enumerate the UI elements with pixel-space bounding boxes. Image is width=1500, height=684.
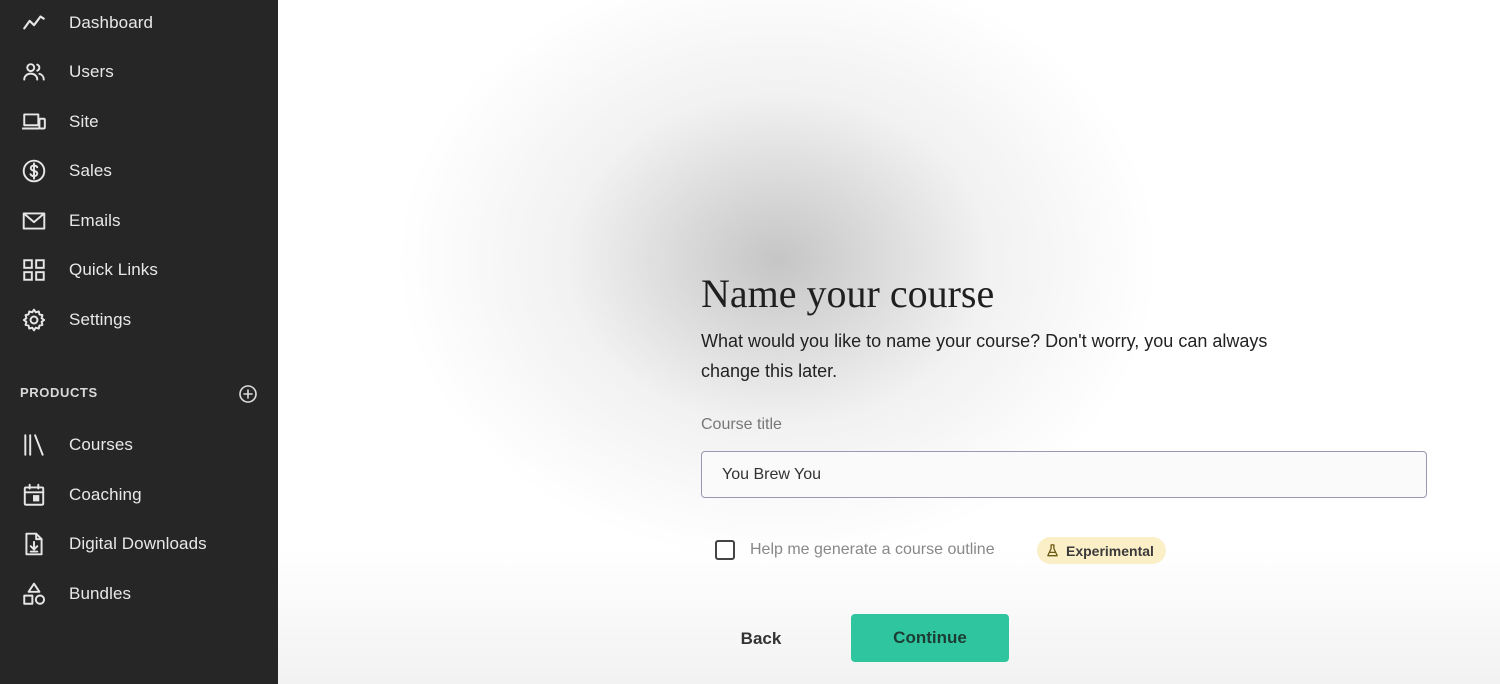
envelope-icon (20, 207, 48, 235)
sidebar-item-label: Dashboard (69, 13, 154, 32)
course-title-label: Course title (701, 416, 782, 433)
calendar-icon (20, 481, 48, 509)
experimental-badge: Experimental (1037, 537, 1166, 564)
generate-outline-checkbox[interactable] (715, 540, 735, 560)
sidebar-item-users[interactable]: Users (0, 52, 278, 92)
back-button[interactable]: Back (724, 620, 798, 658)
shapes-icon (20, 580, 48, 608)
sidebar-item-label: Courses (69, 435, 134, 454)
library-icon (20, 431, 48, 459)
sidebar-item-label: Emails (69, 211, 121, 230)
sidebar-item-digital-downloads[interactable]: Digital Downloads (0, 524, 278, 564)
sidebar-item-label: Bundles (69, 584, 132, 603)
products-section-header: PRODUCTS (20, 385, 98, 400)
sidebar-item-emails[interactable]: Emails (0, 201, 278, 241)
sidebar-item-label: Coaching (69, 485, 142, 504)
devices-icon (20, 108, 48, 136)
sidebar-item-settings[interactable]: Settings (0, 300, 278, 340)
sidebar-item-quick-links[interactable]: Quick Links (0, 250, 278, 290)
sidebar-item-sales[interactable]: Sales (0, 151, 278, 191)
sidebar-item-label: Site (69, 112, 99, 131)
grid-icon (20, 256, 48, 284)
sidebar-item-label: Users (69, 62, 114, 81)
sidebar-item-label: Settings (69, 310, 132, 329)
course-title-input[interactable] (701, 451, 1427, 498)
sidebar-item-coaching[interactable]: Coaching (0, 475, 278, 515)
dollar-circle-icon (20, 157, 48, 185)
trend-line-icon (20, 9, 48, 37)
sidebar-item-dashboard[interactable]: Dashboard (0, 3, 278, 43)
experimental-badge-label: Experimental (1066, 542, 1154, 559)
main-content: Name your course What would you like to … (278, 0, 1500, 684)
page-title: Name your course (701, 271, 995, 316)
download-file-icon (20, 530, 48, 558)
sidebar-item-bundles[interactable]: Bundles (0, 574, 278, 614)
continue-button[interactable]: Continue (851, 614, 1009, 662)
flask-icon (1047, 544, 1058, 557)
sidebar-item-site[interactable]: Site (0, 102, 278, 142)
sidebar: Dashboard Users Site Sales Emails Quick … (0, 0, 278, 684)
sidebar-item-label: Quick Links (69, 260, 158, 279)
gear-icon (20, 306, 48, 334)
sidebar-item-label: Sales (69, 161, 113, 180)
sidebar-item-courses[interactable]: Courses (0, 425, 278, 465)
sidebar-item-label: Digital Downloads (69, 534, 207, 553)
add-product-icon[interactable] (238, 384, 258, 404)
generate-outline-label: Help me generate a course outline (750, 541, 995, 558)
users-icon (20, 58, 48, 86)
page-description: What would you like to name your course?… (701, 331, 1268, 381)
